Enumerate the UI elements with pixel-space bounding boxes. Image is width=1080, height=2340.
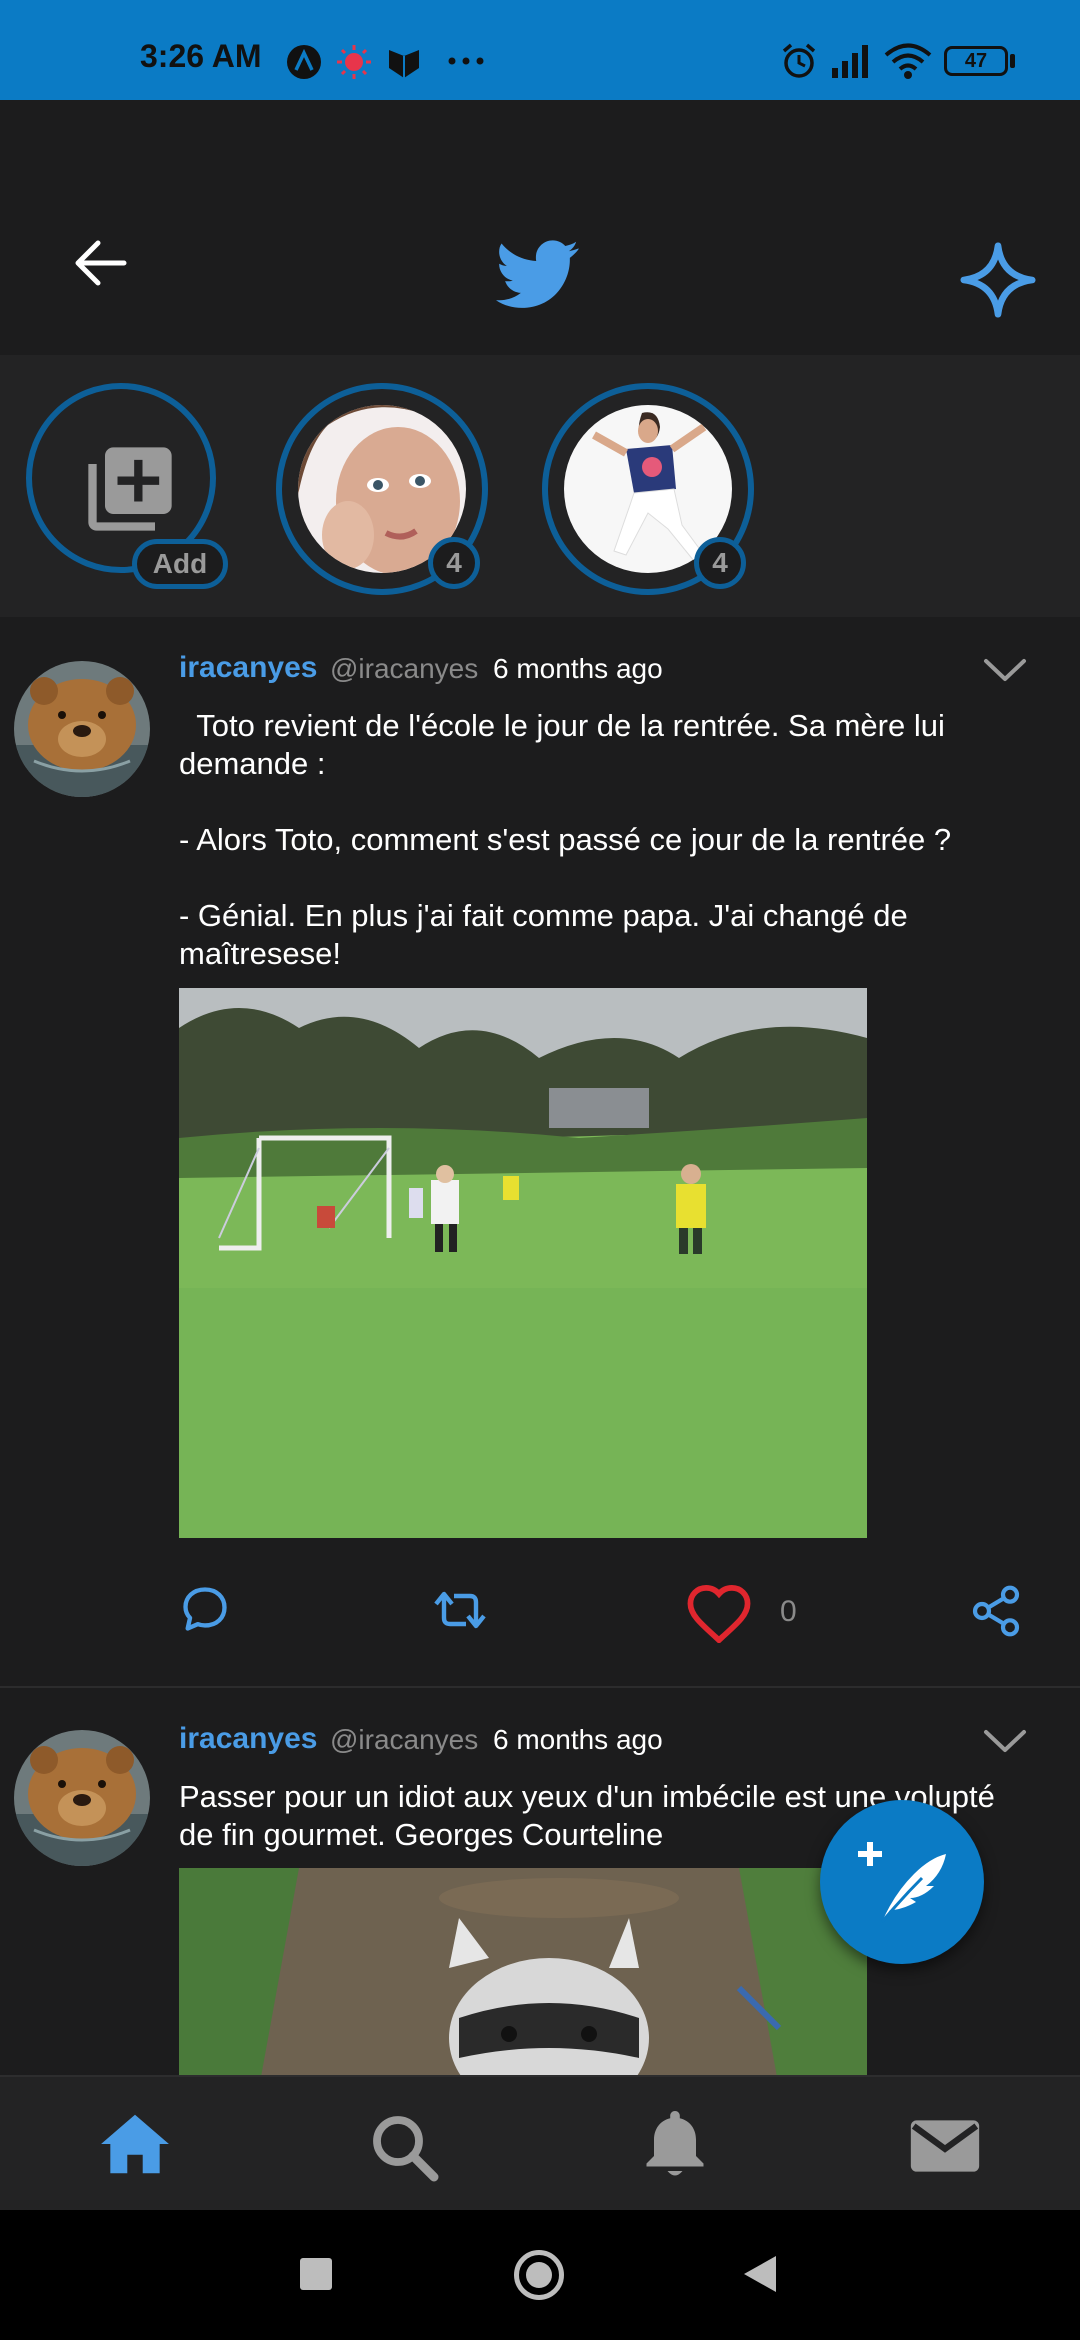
tweet-username[interactable]: iracanyes <box>179 1722 317 1756</box>
home-icon[interactable] <box>98 2111 172 2177</box>
home-button[interactable] <box>514 2250 564 2300</box>
battery-level: 47 <box>964 50 988 72</box>
tweet-text: Toto revient de l'école le jour de la re… <box>179 708 952 971</box>
shield-app-icon <box>389 50 419 78</box>
battery-tip <box>1010 54 1015 68</box>
tweet-handle: @iracanyes <box>330 1724 479 1755</box>
compose-fab[interactable] <box>820 1800 984 1964</box>
status-time: 3:26 AM <box>140 38 262 74</box>
add-stack-icon <box>88 447 172 531</box>
tweet-media[interactable] <box>179 988 867 1538</box>
tweet-media[interactable] <box>179 1868 867 2075</box>
bottom-nav <box>0 2075 1080 2212</box>
reply-icon[interactable] <box>179 1583 231 1635</box>
like-count: 0 <box>780 1595 797 1628</box>
stories-bar: Add 4 4 <box>0 355 1080 617</box>
recents-button[interactable] <box>300 2258 332 2290</box>
heart-icon[interactable] <box>684 1583 754 1643</box>
mail-icon[interactable] <box>908 2117 982 2175</box>
bell-icon[interactable] <box>642 2107 708 2181</box>
battery-icon: 47 <box>944 46 1008 76</box>
more-dots-icon <box>448 57 484 65</box>
tweet-handle: @iracanyes <box>330 653 479 684</box>
story-item[interactable]: 4 <box>542 383 754 595</box>
chevron-down-icon[interactable] <box>982 657 1028 685</box>
story-item[interactable]: 4 <box>276 383 488 595</box>
tweet-avatar[interactable] <box>14 661 150 797</box>
search-icon[interactable] <box>368 2111 440 2183</box>
tweet-username[interactable]: iracanyes <box>179 651 317 685</box>
tweet-card[interactable]: iracanyes @iracanyes 6 months ago Toto r… <box>0 617 1080 1687</box>
alarm-icon <box>782 43 816 78</box>
chevron-down-icon[interactable] <box>982 1728 1028 1756</box>
bird-logo-icon[interactable] <box>496 240 580 310</box>
home-button-dot <box>526 2262 552 2288</box>
story-add-badge: Add <box>132 539 228 589</box>
sparkle-star-icon[interactable] <box>960 242 1036 318</box>
share-icon[interactable] <box>968 1583 1024 1639</box>
signal-icon <box>832 45 868 78</box>
retweet-icon[interactable] <box>428 1585 492 1635</box>
back-button[interactable] <box>72 238 128 288</box>
story-add[interactable]: Add <box>26 383 228 589</box>
alert-dot-icon <box>337 45 371 79</box>
story-count-badge: 4 <box>694 537 746 589</box>
compose-feather-icon <box>858 1842 946 1923</box>
wifi-icon <box>884 43 932 79</box>
back-nav-button[interactable] <box>742 2254 778 2294</box>
app-header <box>0 100 1080 355</box>
status-bar: 3:26 AM 47 <box>0 0 1080 100</box>
tweet-time: 6 months ago <box>493 653 663 684</box>
tweet-time: 6 months ago <box>493 1724 663 1755</box>
system-nav-bar <box>0 2210 1080 2340</box>
story-count-badge: 4 <box>428 537 480 589</box>
app-a-icon <box>287 45 321 79</box>
tweet-avatar[interactable] <box>14 1730 150 1866</box>
